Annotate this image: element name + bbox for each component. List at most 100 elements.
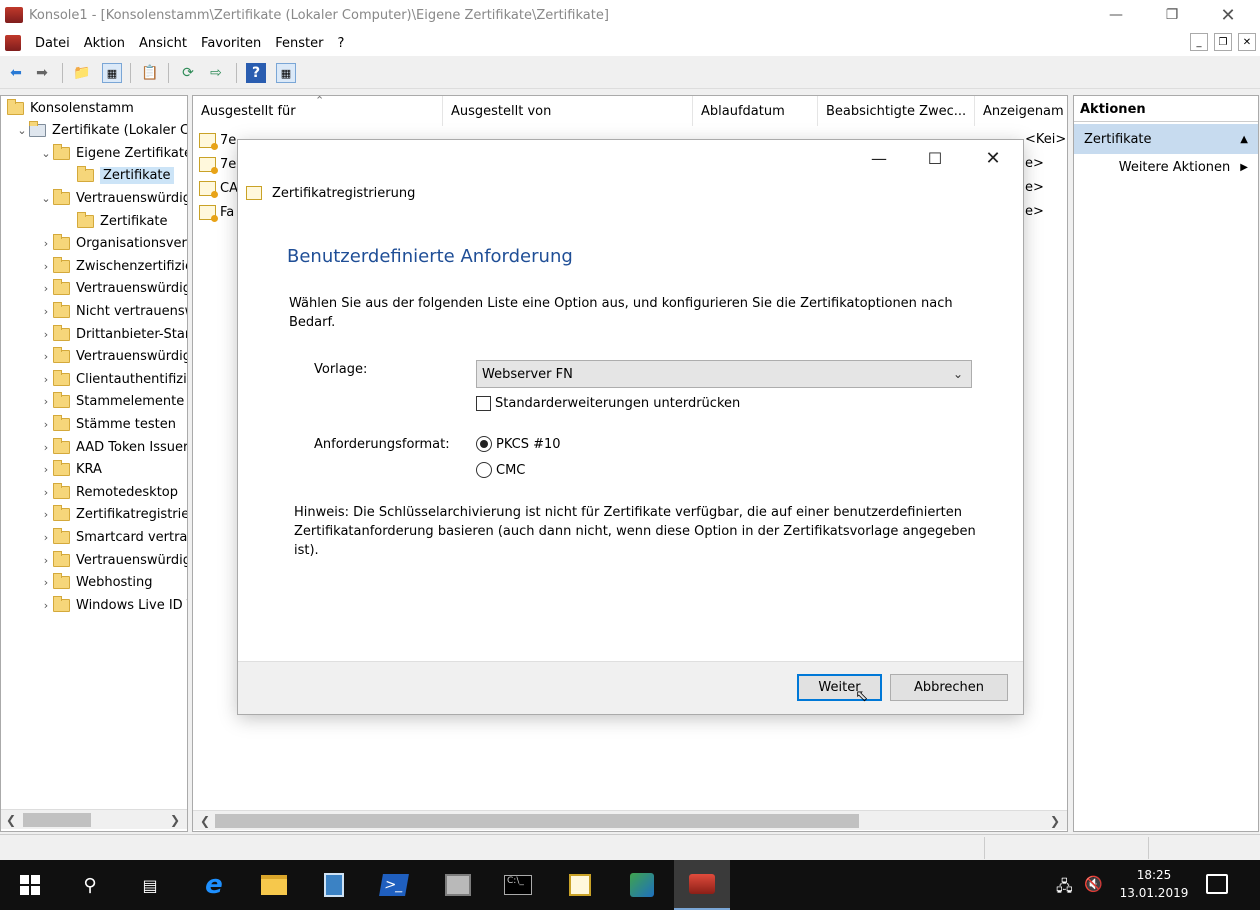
tree-scroll-thumb[interactable] [23, 813, 91, 827]
expanded-chevron-icon[interactable]: ⌄ [15, 124, 29, 137]
collapsed-chevron-icon[interactable]: › [39, 418, 53, 431]
table-row[interactable]: 7e [199, 152, 236, 176]
tree-item[interactable]: › Windows Live ID Token Issuer [39, 594, 187, 616]
table-row[interactable]: Fa [199, 200, 234, 224]
file-explorer-icon[interactable] [246, 860, 302, 910]
tree-item[interactable]: › Vertrauenswürdige Personen [39, 346, 187, 368]
collapsed-chevron-icon[interactable]: › [39, 508, 53, 521]
server-manager-icon[interactable] [306, 860, 362, 910]
network-icon[interactable] [614, 860, 670, 910]
tree-item[interactable]: ⌄ Vertrauenswürdige Stammzertifizierungss… [39, 187, 187, 209]
list-scroll-thumb[interactable] [215, 814, 859, 828]
format-cmc-radio[interactable] [476, 462, 492, 478]
dialog-minimize-icon[interactable]: — [851, 144, 907, 172]
minimize-icon[interactable]: — [1090, 0, 1142, 30]
console-icon[interactable] [5, 35, 21, 51]
collapsed-chevron-icon[interactable]: › [39, 282, 53, 295]
collapsed-chevron-icon[interactable]: › [39, 328, 53, 341]
admin-tools-icon[interactable] [430, 860, 486, 910]
scroll-left-icon[interactable]: ❮ [3, 812, 19, 828]
cancel-button[interactable]: Abbrechen [890, 674, 1008, 701]
help-icon[interactable]: ? [246, 63, 266, 83]
collapsed-chevron-icon[interactable]: › [39, 531, 53, 544]
tree-item[interactable]: › Organisationsvertrauen [39, 233, 187, 255]
up-folder-icon[interactable]: 📁 [72, 63, 92, 83]
list-scrollbar[interactable]: ❮ ❯ [193, 810, 1067, 830]
tree-scrollbar[interactable]: ❮ ❯ [1, 809, 187, 829]
collapsed-chevron-icon[interactable]: › [39, 463, 53, 476]
export-list-icon[interactable]: ⇨ [206, 63, 226, 83]
menu-help[interactable]: ? [337, 36, 344, 51]
collapsed-chevron-icon[interactable]: › [39, 260, 53, 273]
search-icon[interactable]: ⚲ [62, 860, 118, 910]
mmc-console-taskbar-icon[interactable] [674, 860, 730, 910]
mdi-restore-icon[interactable]: ❐ [1214, 33, 1232, 51]
expanded-chevron-icon[interactable]: ⌄ [39, 147, 53, 160]
tree-item[interactable]: › KRA [39, 459, 102, 481]
collapsed-chevron-icon[interactable]: › [39, 441, 53, 454]
scroll-right-icon[interactable]: ❯ [167, 812, 183, 828]
collapsed-chevron-icon[interactable]: › [39, 305, 53, 318]
column-issued-to[interactable]: Ausgestellt für [193, 96, 443, 126]
collapsed-chevron-icon[interactable]: › [39, 350, 53, 363]
tree-item[interactable]: › Stämme testen [39, 413, 176, 435]
dialog-maximize-icon[interactable]: ☐ [907, 144, 963, 172]
copy-icon[interactable]: 📋 [140, 63, 160, 83]
dialog-close-icon[interactable]: ✕ [965, 144, 1021, 172]
tree-item[interactable]: Zertifikate [63, 165, 174, 187]
show-hide-action-pane-icon[interactable]: ▦ [276, 63, 296, 83]
refresh-icon[interactable]: ⟳ [178, 63, 198, 83]
tree-item[interactable]: › Nicht vertrauenswürdige Zertifikate [39, 300, 187, 322]
collapsed-chevron-icon[interactable]: › [39, 599, 53, 612]
tree-item[interactable]: › Drittanbieter-Stammzertifizierungsstell… [39, 323, 187, 345]
menu-datei[interactable]: Datei [35, 36, 70, 51]
format-cmc-option[interactable]: CMC [476, 462, 525, 478]
suppress-extensions-checkbox[interactable] [476, 396, 491, 411]
scroll-left-icon[interactable]: ❮ [197, 813, 213, 829]
suppress-extensions-option[interactable]: Standarderweiterungen unterdrücken [476, 396, 740, 411]
collapsed-chevron-icon[interactable]: › [39, 576, 53, 589]
tree-item[interactable]: Konsolenstamm [7, 97, 134, 119]
scroll-right-icon[interactable]: ❯ [1047, 813, 1063, 829]
back-arrow-icon[interactable]: ⬅ [6, 63, 26, 83]
tree-item[interactable]: › Zertifikatregistrierungsanforderungen [39, 504, 187, 526]
table-row[interactable]: CA [199, 176, 238, 200]
column-issued-by[interactable]: Ausgestellt von [443, 96, 693, 126]
restore-icon[interactable]: ❐ [1146, 0, 1198, 30]
menu-fenster[interactable]: Fenster [275, 36, 323, 51]
volume-muted-icon[interactable]: 🔇 [1084, 875, 1103, 893]
command-prompt-icon[interactable]: C:\_ [490, 860, 546, 910]
mdi-minimize-icon[interactable]: _ [1190, 33, 1208, 51]
network-tray-icon[interactable]: 🖧 [1056, 876, 1073, 901]
tree-item[interactable]: ⌄ Eigene Zertifikate [39, 142, 187, 164]
next-button[interactable]: Weiter [797, 674, 882, 701]
menu-favoriten[interactable]: Favoriten [201, 36, 261, 51]
tree-item[interactable]: › Remotedesktop [39, 481, 178, 503]
tree-item[interactable]: › Vertrauenswürdige Herausgeber [39, 278, 187, 300]
tree-item[interactable]: › Clientauthentifizierungsaussteller [39, 368, 187, 390]
powershell-icon[interactable]: >_ [366, 860, 422, 910]
notification-center-icon[interactable] [1206, 874, 1228, 894]
collapse-up-icon[interactable]: ▲ [1240, 134, 1248, 145]
tree-item[interactable]: › Vertrauenswürdige Geräte [39, 549, 187, 571]
more-actions-item[interactable]: Weitere Aktionen ▶ [1074, 154, 1258, 175]
column-intended-purposes[interactable]: Beabsichtigte Zwec... [818, 96, 975, 126]
tree-item[interactable]: › Zwischenzertifizierungsstellen [39, 255, 187, 277]
collapsed-chevron-icon[interactable]: › [39, 237, 53, 250]
forward-arrow-icon[interactable]: ➡ [32, 63, 52, 83]
column-friendly-name[interactable]: Anzeigenam [975, 96, 1067, 126]
mdi-close-icon[interactable]: ✕ [1238, 33, 1256, 51]
task-view-icon[interactable]: ▤ [122, 860, 178, 910]
format-pkcs-option[interactable]: PKCS #10 [476, 436, 561, 452]
menu-aktion[interactable]: Aktion [84, 36, 125, 51]
certificate-manager-icon[interactable] [552, 860, 608, 910]
template-select[interactable]: Webserver FN ⌄ [476, 360, 972, 388]
tree-item[interactable]: Zertifikate [63, 210, 168, 232]
collapsed-chevron-icon[interactable]: › [39, 486, 53, 499]
close-icon[interactable]: ✕ [1202, 0, 1254, 30]
start-windows-icon[interactable] [2, 860, 58, 910]
collapsed-chevron-icon[interactable]: › [39, 554, 53, 567]
actions-section-zertifikate[interactable]: Zertifikate ▲ [1074, 124, 1258, 154]
table-row[interactable]: 7e [199, 128, 236, 152]
tree-item[interactable]: › AAD Token Issuer [39, 436, 187, 458]
